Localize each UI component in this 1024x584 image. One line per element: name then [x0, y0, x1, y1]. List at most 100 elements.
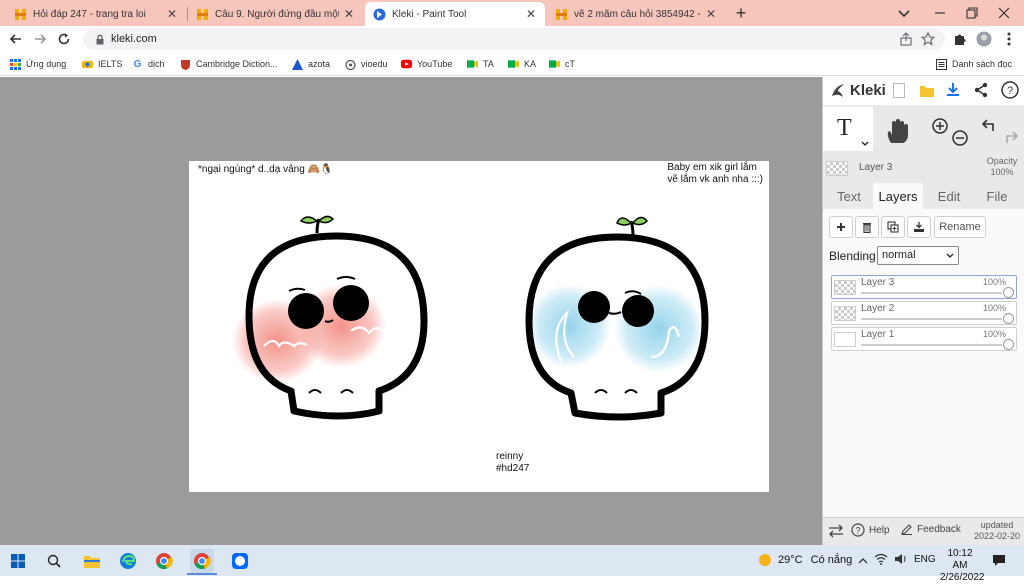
tab-title: vẽ 2 mãm câu hỏi 3854942 - hoi	[574, 8, 701, 20]
new-tab-button[interactable]: +	[731, 3, 751, 23]
minimize-icon[interactable]	[933, 6, 947, 20]
close-icon[interactable]: ✕	[705, 7, 717, 21]
question-circle-icon: ?	[851, 523, 865, 537]
layer-item-1[interactable]: Layer 1 100%	[831, 327, 1017, 351]
add-layer-button[interactable]	[829, 216, 853, 238]
delete-layer-button[interactable]	[855, 216, 879, 238]
layer-opacity-slider[interactable]	[861, 292, 1002, 294]
open-folder-icon[interactable]	[919, 83, 935, 101]
zalo-icon[interactable]	[228, 549, 252, 573]
canvas-workspace[interactable]: *ngại ngùng* d..dạ vâng 🙈🐧 Baby em xik g…	[0, 77, 822, 545]
redo-icon[interactable]	[1001, 129, 1019, 150]
restore-icon[interactable]	[965, 6, 979, 20]
drawing-canvas[interactable]: *ngại ngùng* d..dạ vâng 🙈🐧 Baby em xik g…	[189, 161, 769, 492]
bookmark-vioedu[interactable]: vioedu	[345, 57, 388, 71]
profile-avatar[interactable]	[974, 29, 994, 49]
kleki-side-panel: Kleki ? T Layer 3 Opacity 100% Text Laye…	[822, 77, 1024, 545]
edge-icon[interactable]	[116, 549, 140, 573]
current-layer-thumbnail	[826, 161, 848, 176]
help-button[interactable]: ? Help	[851, 523, 890, 537]
bookmark-azota[interactable]: azota	[292, 57, 330, 71]
reload-button[interactable]	[54, 29, 74, 49]
close-icon[interactable]: ✕	[343, 7, 355, 21]
hand-tool-icon[interactable]	[883, 117, 911, 148]
bookmark-cambridge[interactable]: Cambridge Diction...	[180, 57, 278, 71]
layer-opacity-slider[interactable]	[861, 318, 1002, 320]
puzzle-icon	[955, 34, 966, 45]
forward-button[interactable]	[30, 29, 50, 49]
search-icon[interactable]	[42, 549, 66, 573]
tab-hoidap-home[interactable]: Hỏi đáp 247 - trang tra loi ✕	[6, 2, 186, 26]
feedback-button[interactable]: Feedback	[901, 523, 961, 535]
blending-select[interactable]: normal	[877, 246, 959, 265]
address-bar[interactable]: kleki.com	[83, 28, 945, 50]
bookmark-ta[interactable]: TA	[467, 57, 494, 71]
network-icon[interactable]	[874, 553, 888, 568]
layer-opacity-slider[interactable]	[861, 344, 1002, 346]
chevron-down-icon	[946, 253, 954, 258]
rename-layer-button[interactable]: Rename	[934, 216, 986, 238]
bookmark-ielts[interactable]: IELTS	[82, 57, 122, 71]
chrome-icon[interactable]	[152, 549, 176, 573]
chrome-active-icon[interactable]	[190, 549, 214, 573]
kleki-logo[interactable]: Kleki	[829, 81, 886, 99]
new-image-icon[interactable]	[893, 83, 905, 98]
notification-icon[interactable]	[992, 554, 1006, 570]
merge-down-button[interactable]	[907, 216, 931, 238]
tab-hoidap-draw[interactable]: vẽ 2 mãm câu hỏi 3854942 - hoi ✕	[547, 2, 725, 26]
download-icon[interactable]	[945, 82, 961, 101]
text-tool-button[interactable]: T	[823, 107, 873, 151]
tab-strip: Hỏi đáp 247 - trang tra loi ✕ Câu 9. Ngư…	[0, 0, 1024, 26]
chevron-down-icon	[861, 141, 869, 146]
file-explorer-icon[interactable]	[80, 549, 104, 573]
zoom-out-icon[interactable]	[951, 129, 969, 150]
layer-item-2[interactable]: Layer 2 100%	[831, 301, 1017, 325]
share-icon[interactable]	[899, 32, 913, 49]
active-app-indicator	[187, 573, 217, 575]
chevron-up-icon[interactable]	[858, 554, 868, 568]
bookmarks-bar: Ứng dụng IELTS G dịch Cambridge Diction.…	[0, 52, 1024, 76]
close-icon[interactable]: ✕	[166, 7, 178, 21]
help-circle-icon[interactable]: ?	[1001, 81, 1019, 102]
merge-down-icon	[914, 222, 924, 232]
kleki-k-icon	[832, 84, 844, 97]
bookmark-ct[interactable]: cT	[549, 57, 575, 71]
share-icon[interactable]	[973, 82, 989, 101]
undo-icon[interactable]	[981, 117, 999, 138]
extensions-button[interactable]	[950, 29, 970, 49]
tab-hoidap-question[interactable]: Câu 9. Người đứng đầu một bộ lạ ✕	[188, 2, 363, 26]
back-button[interactable]	[6, 29, 26, 49]
menu-button[interactable]	[999, 29, 1019, 49]
close-window-icon[interactable]	[997, 6, 1011, 20]
tab-edit[interactable]: Edit	[927, 183, 971, 209]
reading-list[interactable]: Danh sách đọc	[936, 57, 1012, 71]
bookmark-youtube[interactable]: YouTube	[401, 57, 452, 71]
tab-layers[interactable]: Layers	[873, 183, 923, 209]
tab-title: Hỏi đáp 247 - trang tra loi	[33, 8, 146, 20]
layer-thumbnail	[834, 306, 856, 321]
bookmark-ka[interactable]: KA	[508, 57, 536, 71]
bookmark-apps[interactable]: Ứng dụng	[10, 57, 66, 71]
swap-panel-icon[interactable]	[828, 524, 844, 541]
slider-handle[interactable]	[1003, 287, 1014, 298]
close-icon[interactable]: ✕	[525, 7, 537, 21]
svg-text:?: ?	[855, 526, 860, 536]
duplicate-layer-button[interactable]	[881, 216, 905, 238]
windows-start-icon[interactable]	[6, 549, 30, 573]
language-indicator[interactable]: ENG	[914, 554, 936, 565]
tab-file[interactable]: File	[975, 183, 1019, 209]
star-icon[interactable]	[920, 31, 936, 49]
slider-handle[interactable]	[1003, 313, 1014, 324]
tab-text[interactable]: Text	[829, 183, 869, 209]
zoom-in-icon[interactable]	[931, 117, 949, 138]
layer-item-3[interactable]: Layer 3 100%	[831, 275, 1017, 299]
weather-sun-icon[interactable]	[758, 553, 772, 570]
bookmark-dich[interactable]: G dịch	[132, 57, 165, 71]
more-vert-icon	[1007, 32, 1011, 46]
volume-icon[interactable]	[894, 553, 908, 568]
kleki-logo-icon	[373, 8, 386, 21]
slider-handle[interactable]	[1003, 339, 1014, 350]
tab-search-icon[interactable]	[896, 6, 912, 20]
clock[interactable]: 10:12 AM 2/26/2022	[940, 548, 985, 584]
tab-kleki[interactable]: Kleki - Paint Tool ✕	[365, 2, 545, 26]
